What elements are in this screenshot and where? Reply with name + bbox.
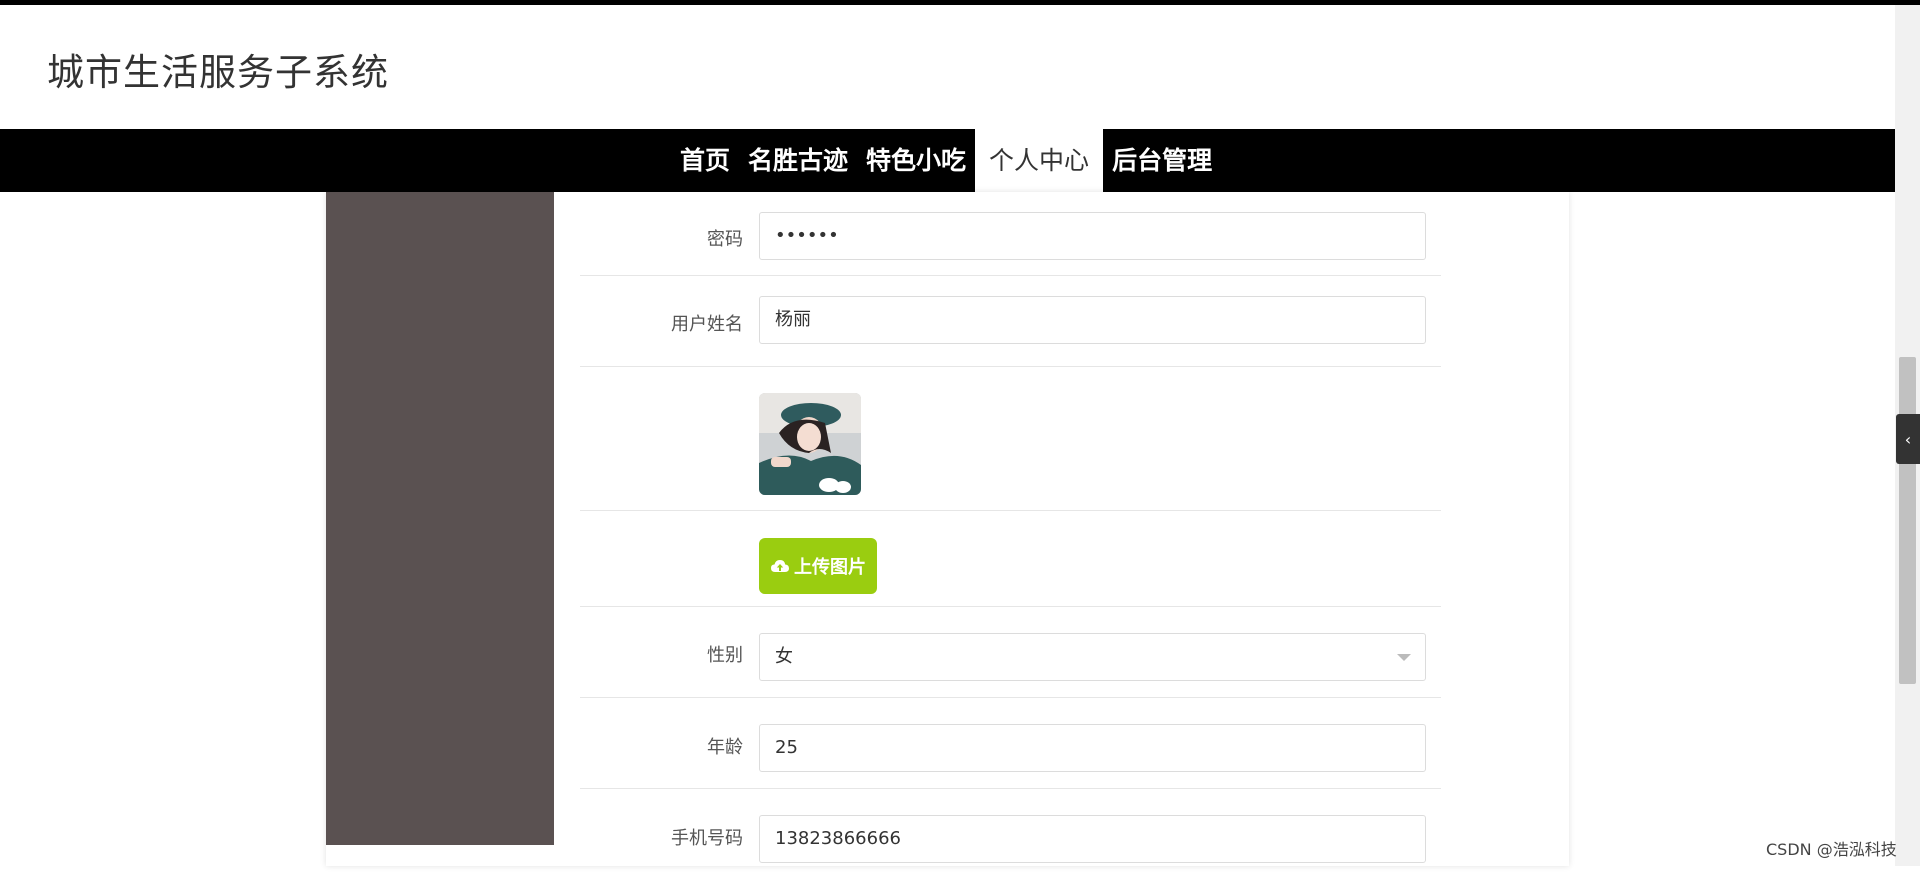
- main-nav: 首页 名胜古迹 特色小吃 个人中心 后台管理: [0, 129, 1895, 192]
- profile-form: 密码 •••••• 用户姓名 杨丽 上传图片 性别 女 年龄 25 手机号码 1…: [580, 192, 1441, 879]
- upload-row: 上传图片: [580, 511, 1441, 607]
- avatar-row: [580, 367, 1441, 511]
- nav-item-admin[interactable]: 后台管理: [1103, 129, 1221, 192]
- page-header: 城市生活服务子系统: [0, 5, 1895, 129]
- gender-select[interactable]: 女: [759, 633, 1426, 681]
- username-label: 用户姓名: [671, 314, 743, 335]
- scrollbar-thumb[interactable]: [1899, 357, 1916, 684]
- gender-label: 性别: [707, 645, 743, 666]
- sidebar: [326, 192, 554, 845]
- watermark: CSDN @浩泓科技: [1766, 840, 1897, 859]
- nav-item-personal-center[interactable]: 个人中心: [975, 129, 1104, 192]
- nav-item-local-snacks[interactable]: 特色小吃: [857, 129, 975, 192]
- password-label: 密码: [707, 229, 743, 250]
- phone-input[interactable]: 13823866666: [759, 815, 1426, 863]
- phone-label: 手机号码: [671, 828, 743, 849]
- avatar: [759, 393, 861, 495]
- side-panel-toggle[interactable]: ‹: [1896, 414, 1920, 464]
- cloud-upload-icon: [771, 560, 789, 572]
- username-row: 用户姓名 杨丽: [580, 276, 1441, 367]
- chevron-down-icon: [1397, 654, 1411, 661]
- username-input[interactable]: 杨丽: [759, 296, 1426, 344]
- nav-item-scenic-spots[interactable]: 名胜古迹: [739, 129, 857, 192]
- chevron-left-icon: ‹: [1904, 429, 1912, 449]
- password-input[interactable]: ••••••: [759, 212, 1426, 260]
- age-input[interactable]: 25: [759, 724, 1426, 772]
- gender-row: 性别 女: [580, 607, 1441, 698]
- nav-item-home[interactable]: 首页: [671, 129, 739, 192]
- gender-select-value: 女: [775, 646, 793, 667]
- age-row: 年龄 25: [580, 698, 1441, 789]
- upload-button-label: 上传图片: [794, 557, 866, 578]
- site-title: 城市生活服务子系统: [47, 51, 389, 94]
- age-label: 年龄: [707, 737, 743, 758]
- avatar-image: [759, 393, 861, 495]
- nav-items: 首页 名胜古迹 特色小吃 个人中心 后台管理: [671, 129, 1221, 192]
- password-row: 密码 ••••••: [580, 192, 1441, 276]
- avatar-photo-icon: [759, 393, 861, 495]
- upload-image-button[interactable]: 上传图片: [759, 538, 877, 594]
